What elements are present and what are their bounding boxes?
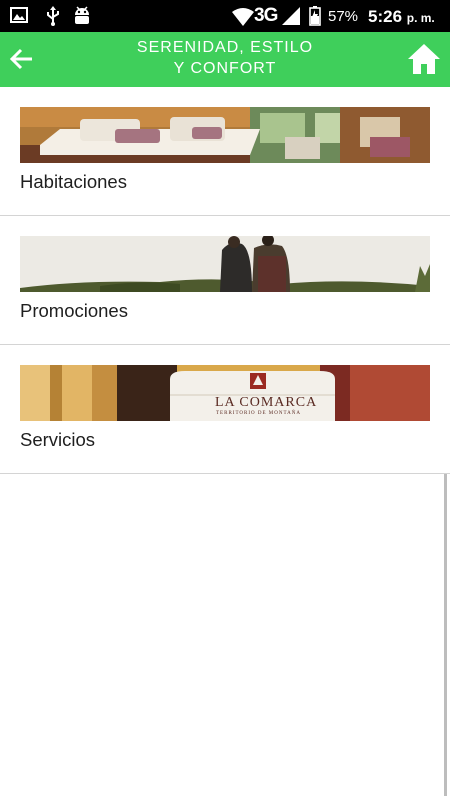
towel-tagline: TERRITORIO DE MONTAÑA <box>216 411 301 416</box>
app-bar: SERENIDAD, ESTILO Y CONFORT <box>0 32 450 87</box>
menu-item-label: Habitaciones <box>20 171 127 192</box>
menu-item-servicios[interactable]: LA COMARCA TERRITORIO DE MONTAÑA Servici… <box>0 345 450 474</box>
page-title: SERENIDAD, ESTILO Y CONFORT <box>70 37 380 79</box>
couple-landscape-photo <box>20 236 430 292</box>
menu-item-label: Promociones <box>20 300 128 321</box>
towel-brand: LA COMARCA <box>215 395 318 410</box>
scrollbar[interactable] <box>444 474 447 796</box>
battery-percent: 57% <box>328 8 359 25</box>
arrow-left-icon <box>9 48 32 70</box>
image-icon <box>10 7 28 23</box>
signal-icon <box>282 7 300 25</box>
menu-list: Habitaciones Promociones LA COMARCA TERR… <box>0 87 450 474</box>
clock-time: 5:26 <box>368 7 403 26</box>
usb-icon <box>47 6 59 26</box>
title-line-2: Y CONFORT <box>173 60 277 77</box>
menu-item-label: Servicios <box>20 429 96 450</box>
wifi-icon <box>232 8 254 26</box>
status-right: 3G 57% 5:26 p. m. <box>232 0 442 32</box>
battery-icon <box>309 6 321 26</box>
menu-item-habitaciones[interactable]: Habitaciones <box>0 87 450 216</box>
title-line-1: SERENIDAD, ESTILO <box>136 39 314 56</box>
hotel-room-photo <box>20 107 430 163</box>
status-bar: 3G 57% 5:26 p. m. <box>0 0 450 32</box>
menu-item-promociones[interactable]: Promociones <box>0 216 450 345</box>
towel-logo-photo: LA COMARCA TERRITORIO DE MONTAÑA <box>20 365 430 421</box>
clock: 5:26 p. m. <box>368 7 435 27</box>
back-button[interactable] <box>6 42 40 76</box>
network-type: 3G <box>254 5 278 26</box>
home-icon <box>408 44 440 74</box>
android-icon <box>75 6 89 24</box>
home-button[interactable] <box>406 41 442 77</box>
clock-suffix: p. m. <box>406 11 435 25</box>
